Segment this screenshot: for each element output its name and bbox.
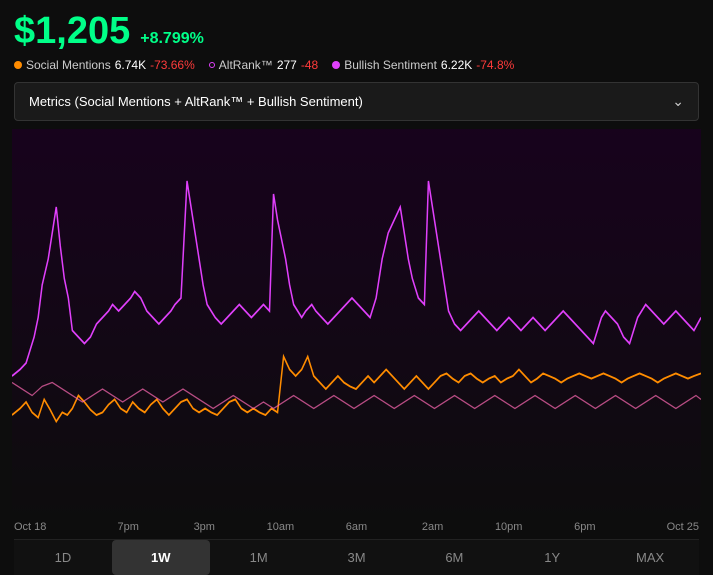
dropdown-label: Metrics (Social Mentions + AltRank™ + Bu… [29, 94, 363, 109]
bullish-change: -74.8% [476, 58, 514, 72]
metrics-dropdown[interactable]: Metrics (Social Mentions + AltRank™ + Bu… [14, 82, 699, 121]
price-row: $1,205 +8.799% [14, 12, 699, 50]
period-row: 1D 1W 1M 3M 6M 1Y MAX [14, 539, 699, 575]
bullish-metric: Bullish Sentiment 6.22K -74.8% [332, 58, 514, 72]
period-1w[interactable]: 1W [112, 540, 210, 575]
social-mentions-label: Social Mentions [26, 58, 111, 72]
social-mentions-dot [14, 61, 22, 69]
altrank-change: -48 [301, 58, 318, 72]
altrank-label: AltRank™ [219, 58, 273, 72]
bullish-dot [332, 61, 340, 69]
period-6m[interactable]: 6M [405, 540, 503, 575]
social-mentions-change: -73.66% [150, 58, 195, 72]
altrank-metric: AltRank™ 277 -48 [209, 58, 318, 72]
social-mentions-metric: Social Mentions 6.74K -73.66% [14, 58, 195, 72]
time-label-3pm: 3pm [166, 521, 242, 533]
altrank-dot [209, 62, 215, 68]
period-3m[interactable]: 3M [308, 540, 406, 575]
price-value: $1,205 [14, 12, 130, 50]
period-1m[interactable]: 1M [210, 540, 308, 575]
time-label-7pm: 7pm [90, 521, 166, 533]
time-label-6am: 6am [318, 521, 394, 533]
bullish-value: 6.22K [441, 58, 472, 72]
time-labels: Oct 18 7pm 3pm 10am 6am 2am 10pm 6pm Oct… [14, 519, 699, 539]
period-1y[interactable]: 1Y [503, 540, 601, 575]
time-label-oct25: Oct 25 [623, 521, 699, 533]
social-mentions-value: 6.74K [115, 58, 146, 72]
time-label-10am: 10am [242, 521, 318, 533]
time-label-2am: 2am [395, 521, 471, 533]
period-1d[interactable]: 1D [14, 540, 112, 575]
period-max[interactable]: MAX [601, 540, 699, 575]
bullish-label: Bullish Sentiment [344, 58, 437, 72]
time-label-6pm: 6pm [547, 521, 623, 533]
chart-area [12, 129, 701, 519]
chart-svg [12, 129, 701, 519]
time-label-oct18: Oct 18 [14, 521, 90, 533]
price-change: +8.799% [140, 30, 204, 48]
metrics-row: Social Mentions 6.74K -73.66% AltRank™ 2… [14, 58, 699, 72]
altrank-value: 277 [277, 58, 297, 72]
chevron-down-icon: ⌄ [672, 93, 684, 110]
time-label-10pm: 10pm [471, 521, 547, 533]
